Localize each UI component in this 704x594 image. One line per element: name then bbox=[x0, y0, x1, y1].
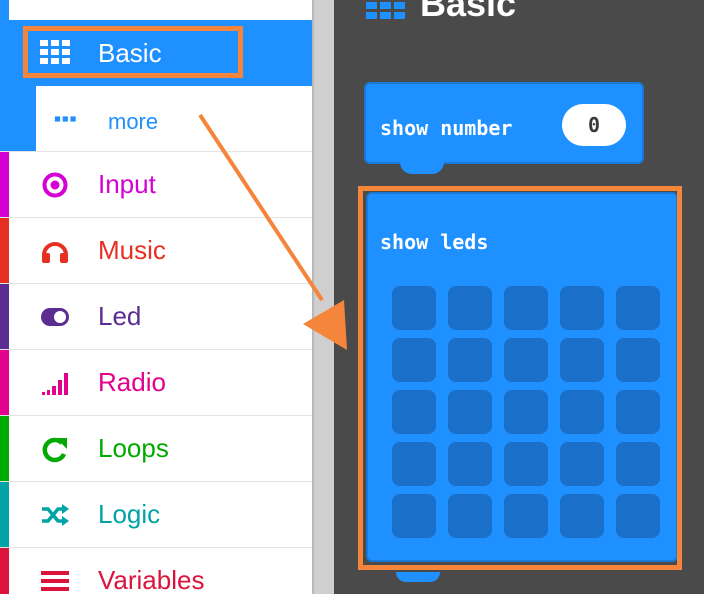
arrow-shaft bbox=[198, 113, 324, 302]
arrow-head bbox=[303, 300, 347, 350]
annotation-arrow bbox=[198, 113, 347, 350]
